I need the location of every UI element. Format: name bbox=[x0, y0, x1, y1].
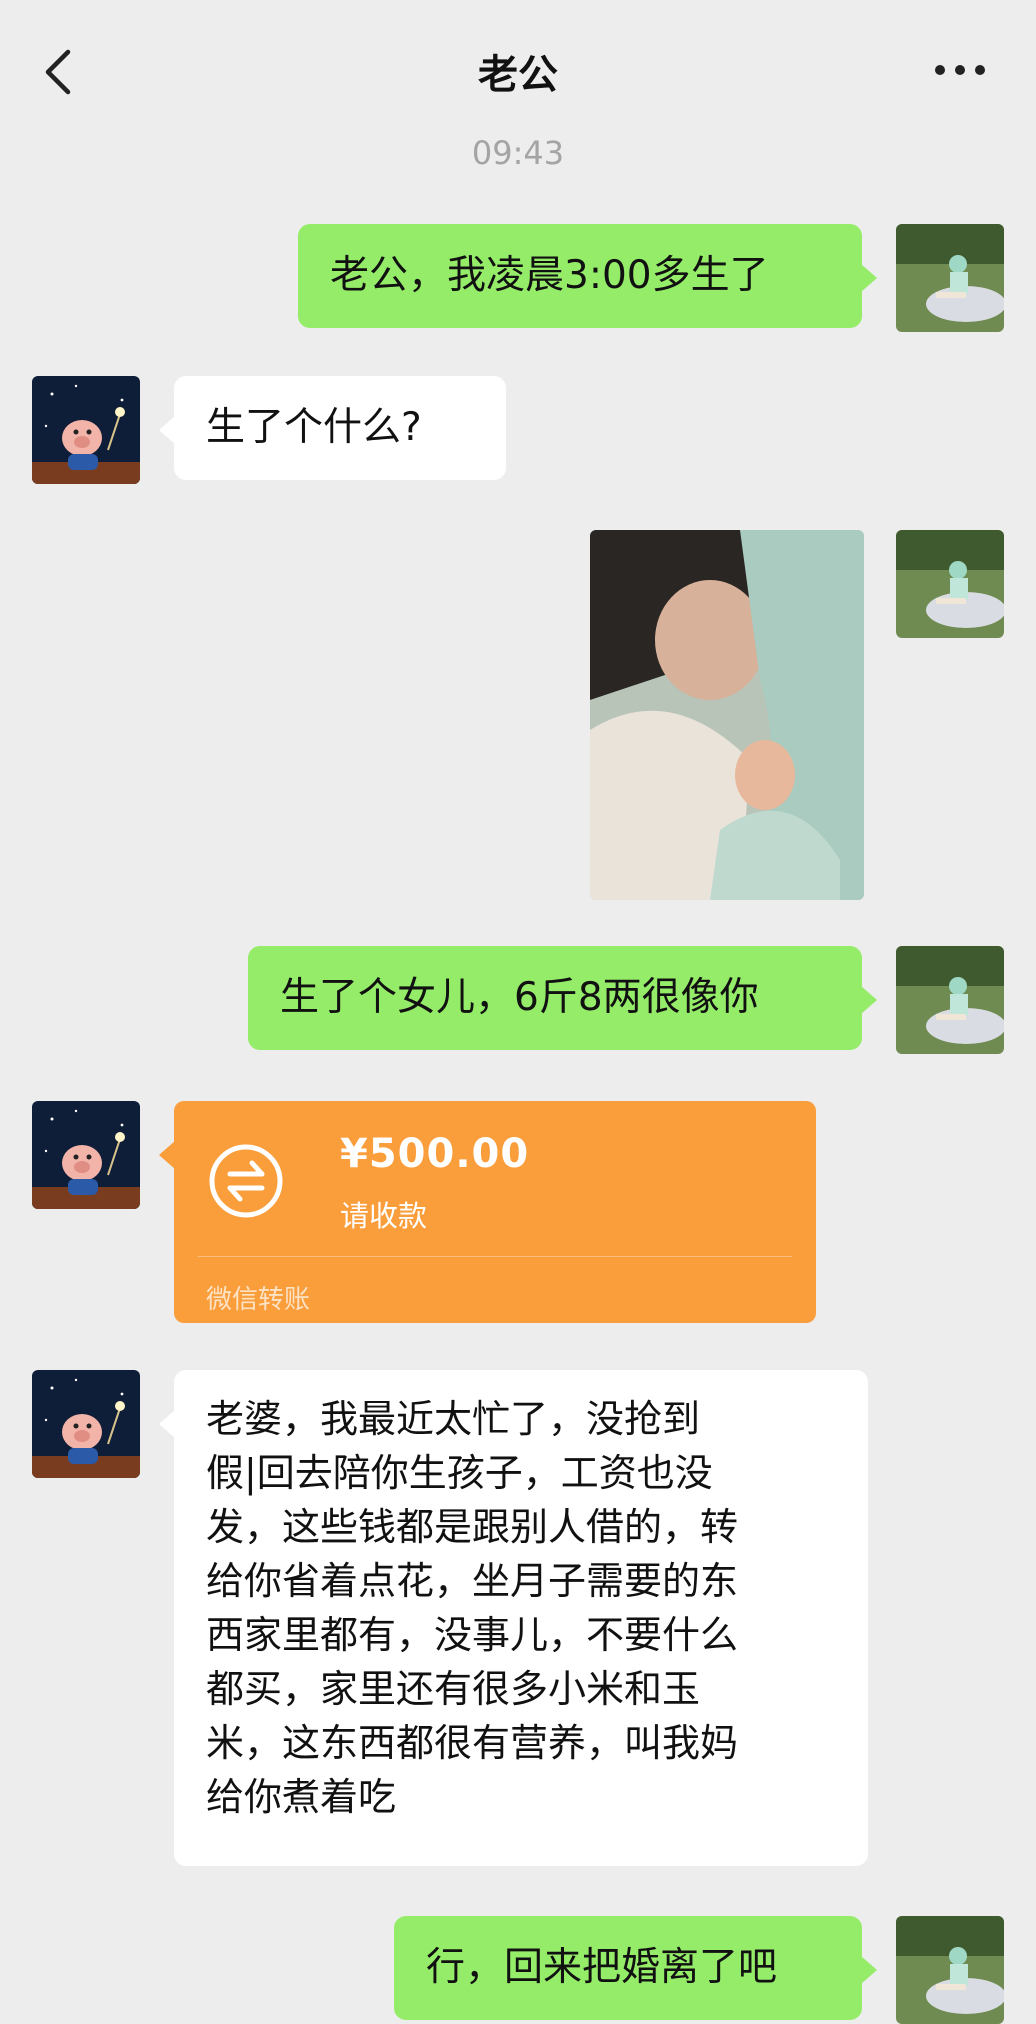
message-bubble-sent[interactable]: 生了个女儿，6斤8两很像你 bbox=[248, 946, 877, 1050]
husband-avatar[interactable] bbox=[32, 1370, 140, 1478]
message-bubble-sent[interactable]: 老公，我凌晨3:00多生了 bbox=[298, 224, 877, 328]
my-avatar[interactable] bbox=[896, 1916, 1004, 2024]
sent-photo[interactable] bbox=[590, 530, 864, 900]
my-avatar[interactable] bbox=[896, 530, 1004, 638]
transfer-note: 请收款 bbox=[340, 1199, 428, 1233]
chat-title: 老公 bbox=[478, 52, 558, 98]
message-bubble-received[interactable]: 老婆，我最近太忙了，没抢到 假|回去陪你生孩子，工资也没 发，这些钱都是跟别人借… bbox=[159, 1370, 868, 1866]
message-timestamp: 09:43 bbox=[471, 134, 565, 172]
message-text: 老公，我凌晨3:00多生了 bbox=[330, 253, 769, 298]
transfer-footer: 微信转账 bbox=[206, 1285, 311, 1315]
message-bubble-received[interactable]: 生了个什么? bbox=[159, 376, 506, 480]
more-dots-icon[interactable] bbox=[930, 60, 990, 80]
message-text: 生了个女儿，6斤8两很像你 bbox=[280, 975, 759, 1020]
husband-avatar[interactable] bbox=[32, 376, 140, 484]
transfer-divider bbox=[198, 1256, 792, 1257]
message-bubble-sent[interactable]: 行，回来把婚离了吧 bbox=[394, 1916, 877, 2020]
husband-avatar[interactable] bbox=[32, 1101, 140, 1209]
transfer-amount: ¥500.00 bbox=[340, 1131, 530, 1177]
message-text: 生了个什么? bbox=[206, 405, 422, 450]
transfer-arrows-icon bbox=[208, 1143, 284, 1219]
message-text: 行，回来把婚离了吧 bbox=[426, 1945, 778, 1990]
my-avatar[interactable] bbox=[896, 946, 1004, 1054]
my-avatar[interactable] bbox=[896, 224, 1004, 332]
message-text: 老婆，我最近太忙了，没抢到 假|回去陪你生孩子，工资也没 发，这些钱都是跟别人借… bbox=[206, 1397, 739, 1819]
transfer-card[interactable]: ¥500.00 请收款 微信转账 bbox=[159, 1101, 816, 1323]
